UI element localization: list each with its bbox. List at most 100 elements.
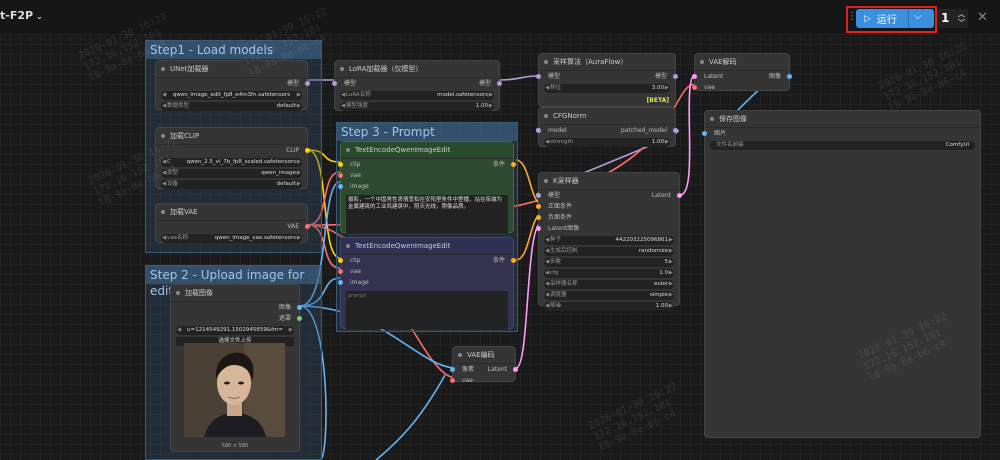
collapse-dot-icon[interactable] xyxy=(544,179,548,183)
input-image[interactable]: image xyxy=(338,181,513,192)
collapse-dot-icon[interactable] xyxy=(710,117,714,121)
socket-icon[interactable] xyxy=(338,162,343,167)
collapse-dot-icon[interactable] xyxy=(346,244,350,248)
node-text-encode-negative[interactable]: TextEncodeQwenImageEdit clip 条件 vae image… xyxy=(338,237,516,329)
io-latent[interactable]: Latent 图像 xyxy=(692,71,792,82)
image-file-select[interactable]: ◀ u=1214549291,1502945659&fm= ▶ xyxy=(176,326,294,335)
node-lora-loader[interactable]: LoRA加载器（仅模型） 模型 模型 ◀ LoRA名称 model.safetenso… xyxy=(332,60,502,111)
scheduler-select[interactable]: ◀ 调度器 simple ▶ xyxy=(544,291,674,300)
node-vae-encode[interactable]: VAE编码 像素 Latent vae xyxy=(450,346,518,384)
node-title: CFGNorm xyxy=(553,112,587,120)
input-latent[interactable]: Latent图像 xyxy=(536,223,679,234)
denoise-input[interactable]: ◀ 降噪 1.00 ▶ xyxy=(544,302,674,311)
input-vae[interactable]: vae xyxy=(692,82,789,93)
input-images[interactable]: 图片 xyxy=(702,128,980,139)
socket-icon[interactable] xyxy=(536,128,541,133)
collapse-dot-icon[interactable] xyxy=(544,60,548,64)
socket-icon[interactable] xyxy=(338,258,343,263)
io-clip[interactable]: clip 条件 xyxy=(338,159,516,170)
input-positive[interactable]: 正面条件 xyxy=(536,201,679,212)
collapse-dot-icon[interactable] xyxy=(340,67,344,71)
cfg-input[interactable]: ◀ cfg 1.0 ▶ xyxy=(544,269,674,278)
unet-name-select[interactable]: ◀ qwen_image_edit_fp8_e4m3fn.safetensors ▶ xyxy=(161,91,302,100)
cfgnorm-strength-input[interactable]: ◀ strength 1.00 ▶ xyxy=(544,138,670,147)
socket-icon[interactable] xyxy=(536,215,541,220)
filename-prefix-input[interactable]: 文件名前缀 ComfyUI xyxy=(710,141,975,150)
collapse-dot-icon[interactable] xyxy=(176,291,180,295)
socket-icon[interactable] xyxy=(338,269,343,274)
node-vae-decode[interactable]: VAE解码 Latent 图像 vae xyxy=(692,53,792,93)
socket-icon[interactable] xyxy=(692,74,697,79)
output-model[interactable]: 模型 xyxy=(156,78,310,89)
socket-icon[interactable] xyxy=(677,193,682,198)
collapse-dot-icon[interactable] xyxy=(458,353,462,357)
io-model[interactable]: 模型 模型 xyxy=(536,71,678,82)
output-mask[interactable]: 遮罩 xyxy=(171,313,302,324)
node-title: TextEncodeQwenImageEdit xyxy=(355,242,451,250)
socket-icon[interactable] xyxy=(511,162,516,167)
socket-icon[interactable] xyxy=(536,193,541,198)
node-vae-loader[interactable]: 加载VAE VAE ◀ vae名称 qwen_image_vae.safetenso… xyxy=(155,203,310,243)
input-vae[interactable]: vae xyxy=(450,375,515,386)
socket-icon[interactable] xyxy=(297,316,302,321)
lora-name-select[interactable]: ◀ LoRA名称 model.safetensors ▶ xyxy=(340,91,494,100)
collapse-dot-icon[interactable] xyxy=(161,134,165,138)
socket-icon[interactable] xyxy=(787,74,792,79)
io-model[interactable]: 模型 模型 xyxy=(332,78,502,89)
input-image[interactable]: image xyxy=(338,277,513,288)
socket-icon[interactable] xyxy=(338,184,343,189)
input-negative[interactable]: 负面条件 xyxy=(536,212,679,223)
output-image[interactable]: 图像 xyxy=(171,302,302,313)
group-title[interactable]: Step 3 - Prompt xyxy=(337,123,517,141)
collapse-dot-icon[interactable] xyxy=(346,148,350,152)
shift-input[interactable]: ◀ 移位 3.00 ▶ xyxy=(544,84,670,93)
socket-icon[interactable] xyxy=(673,74,678,79)
socket-icon[interactable] xyxy=(338,280,343,285)
socket-icon[interactable] xyxy=(536,74,541,79)
sampler-select[interactable]: ◀ 采样器名称 euler ▶ xyxy=(544,280,674,289)
socket-icon[interactable] xyxy=(305,81,310,86)
input-vae[interactable]: vae xyxy=(338,266,513,277)
socket-icon[interactable] xyxy=(536,226,541,231)
node-unet-loader[interactable]: UNet加载器 模型 ◀ qwen_image_edit_fp8_e4m3fn.s… xyxy=(155,60,310,111)
steps-input[interactable]: ◀ 步数 5 ▶ xyxy=(544,258,674,267)
clip-device-select[interactable]: ◀ 设备 default ▶ xyxy=(161,180,302,189)
io-pixels[interactable]: 像素 Latent xyxy=(450,364,518,375)
lora-strength-input[interactable]: ◀ 模型强度 1.00 ▶ xyxy=(340,102,494,111)
seed-input[interactable]: ◀ 种子 442203225096861 ▶ xyxy=(544,236,674,245)
socket-icon[interactable] xyxy=(702,131,707,136)
positive-prompt-textarea[interactable]: 摄影，一个中国男性表情宽松在安阳里条件中登播，站在街端为金属建筑的工业风建筑中，… xyxy=(346,195,508,233)
socket-icon[interactable] xyxy=(692,85,697,90)
io-model[interactable]: 模型 Latent xyxy=(536,190,682,201)
vae-name-select[interactable]: ◀ vae名称 qwen_image_vae.safetensors ▶ xyxy=(161,234,302,243)
socket-icon[interactable] xyxy=(450,367,455,372)
socket-icon[interactable] xyxy=(536,204,541,209)
collapse-dot-icon[interactable] xyxy=(161,210,165,214)
dtype-select[interactable]: ◀ 数据类型 default ▶ xyxy=(161,102,302,111)
socket-icon[interactable] xyxy=(497,81,502,86)
collapse-dot-icon[interactable] xyxy=(544,114,548,118)
node-auraflow[interactable]: 采样算法（AuraFlow） 模型 模型 ◀ 移位 3.00 ▶ [BETA] xyxy=(536,53,678,107)
socket-icon[interactable] xyxy=(338,173,343,178)
socket-icon[interactable] xyxy=(511,258,516,263)
socket-icon[interactable] xyxy=(297,305,302,310)
socket-icon[interactable] xyxy=(513,367,518,372)
collapse-dot-icon[interactable] xyxy=(700,60,704,64)
node-ksampler[interactable]: K采样器 模型 Latent 正面条件 负面条件 Latent图像 ◀ 种子 4422… xyxy=(536,172,682,311)
input-vae[interactable]: vae xyxy=(338,170,513,181)
socket-icon[interactable] xyxy=(332,81,337,86)
output-vae[interactable]: VAE xyxy=(156,221,310,232)
collapse-dot-icon[interactable] xyxy=(161,67,165,71)
node-cfgnorm[interactable]: CFGNorm model patched_model ◀ strength 1.00… xyxy=(536,107,678,147)
control-after-generate-select[interactable]: ◀ 生成后控制 randomize ▶ xyxy=(544,247,674,256)
io-clip[interactable]: clip 条件 xyxy=(338,255,516,266)
node-text-encode-positive[interactable]: TextEncodeQwenImageEdit clip 条件 vae image… xyxy=(338,141,516,233)
group-title[interactable]: Step 2 - Upload image for editing xyxy=(146,266,321,298)
node-save-image[interactable]: 保存图像 图片 文件名前缀 ComfyUI xyxy=(702,110,981,438)
socket-icon[interactable] xyxy=(305,224,310,229)
socket-icon[interactable] xyxy=(673,128,678,133)
socket-icon[interactable] xyxy=(450,378,455,383)
socket-icon[interactable] xyxy=(305,148,310,153)
negative-prompt-textarea[interactable]: prompt xyxy=(346,291,508,329)
io-model[interactable]: model patched_model xyxy=(536,125,678,136)
